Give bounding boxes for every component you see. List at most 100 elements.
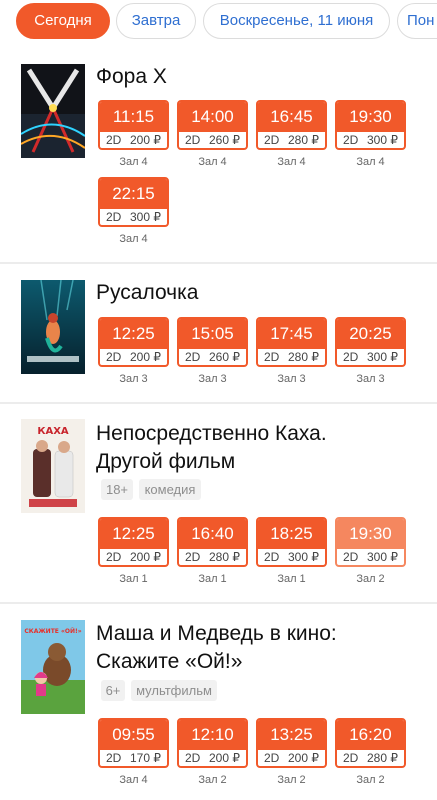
session-price: 280 ₽ — [367, 751, 398, 765]
poster-title-text: КАХА — [37, 426, 69, 437]
age-rating-badge: 18+ — [101, 479, 133, 500]
session-hall: Зал 4 — [119, 774, 148, 786]
movie-1-session-5[interactable]: 22:15 2D 300 ₽ Зал 4 — [98, 177, 169, 245]
movie-1-poster[interactable] — [21, 64, 85, 158]
movie-3-poster[interactable]: КАХА — [21, 419, 85, 513]
session-format: 2D — [343, 133, 359, 147]
session-hall: Зал 2 — [356, 573, 385, 585]
session-price: 200 ₽ — [130, 133, 161, 147]
movie-4-title[interactable]: Маша и Медведь в кино: Скажите «Ой!» — [96, 620, 337, 676]
movie-2-title[interactable]: Русалочка — [96, 279, 198, 307]
session-time: 12:25 — [100, 319, 167, 349]
movie-poster-image: КАХА — [21, 419, 85, 513]
movie-1-title[interactable]: Фора X — [96, 63, 167, 91]
tab-monday[interactable]: Пон — [397, 3, 437, 39]
session-hall: Зал 1 — [198, 573, 227, 585]
session-time: 17:45 — [258, 319, 325, 349]
movie-2-session-3[interactable]: 17:45 2D 280 ₽ Зал 3 — [256, 317, 327, 385]
movie-3-session-1[interactable]: 12:25 2D 200 ₽ Зал 1 — [98, 517, 169, 585]
session-price: 200 ₽ — [209, 751, 240, 765]
session-price: 260 ₽ — [209, 350, 240, 364]
session-price: 300 ₽ — [367, 550, 398, 564]
session-time: 12:25 — [100, 519, 167, 549]
movie-2-poster[interactable] — [21, 280, 85, 374]
session-time: 16:20 — [337, 720, 404, 750]
session-hall: Зал 2 — [198, 774, 227, 786]
session-format: 2D — [343, 550, 359, 564]
session-price: 200 ₽ — [130, 350, 161, 364]
session-hall: Зал 3 — [277, 373, 306, 385]
movie-3-session-2[interactable]: 16:40 2D 280 ₽ Зал 1 — [177, 517, 248, 585]
session-time: 11:15 — [100, 102, 167, 132]
session-hall: Зал 2 — [277, 774, 306, 786]
session-format: 2D — [106, 751, 122, 765]
session-format: 2D — [264, 350, 280, 364]
movie-poster-image — [21, 64, 85, 158]
session-time: 20:25 — [337, 319, 404, 349]
session-hall: Зал 4 — [356, 156, 385, 168]
session-format: 2D — [264, 751, 280, 765]
session-price: 300 ₽ — [288, 550, 319, 564]
date-tabs: Сегодня Завтра Воскресенье, 11 июня Пон — [0, 3, 437, 39]
session-time: 09:55 — [100, 720, 167, 750]
session-time: 13:25 — [258, 720, 325, 750]
movie-4-poster[interactable]: СКАЖИТЕ «ОЙ!» — [21, 620, 85, 714]
session-format: 2D — [106, 133, 122, 147]
movie-1-session-1[interactable]: 11:15 2D 200 ₽ Зал 4 — [98, 100, 169, 168]
movie-2-session-4[interactable]: 20:25 2D 300 ₽ Зал 3 — [335, 317, 406, 385]
movie-3-title[interactable]: Непосредственно Каха. Другой фильм — [96, 420, 327, 476]
session-format: 2D — [343, 751, 359, 765]
poster-title-text: СКАЖИТЕ «ОЙ!» — [24, 627, 81, 635]
session-format: 2D — [185, 550, 201, 564]
session-format: 2D — [106, 350, 122, 364]
movie-2-session-1[interactable]: 12:25 2D 200 ₽ Зал 3 — [98, 317, 169, 385]
tab-tomorrow[interactable]: Завтра — [116, 3, 196, 39]
session-hall: Зал 2 — [356, 774, 385, 786]
session-hall: Зал 1 — [119, 573, 148, 585]
session-format: 2D — [185, 751, 201, 765]
movie-4-session-4[interactable]: 16:20 2D 280 ₽ Зал 2 — [335, 718, 406, 786]
session-time: 19:30 — [337, 519, 404, 549]
genre-badge: комедия — [139, 479, 201, 500]
session-format: 2D — [264, 550, 280, 564]
movie-4-session-2[interactable]: 12:10 2D 200 ₽ Зал 2 — [177, 718, 248, 786]
movie-4-session-1[interactable]: 09:55 2D 170 ₽ Зал 4 — [98, 718, 169, 786]
movie-1-session-3[interactable]: 16:45 2D 280 ₽ Зал 4 — [256, 100, 327, 168]
movie-divider — [0, 402, 437, 404]
movie-3-session-4[interactable]: 19:30 2D 300 ₽ Зал 2 — [335, 517, 406, 585]
movie-poster-image: СКАЖИТЕ «ОЙ!» — [21, 620, 85, 714]
session-hall: Зал 4 — [277, 156, 306, 168]
session-hall: Зал 3 — [198, 373, 227, 385]
session-hall: Зал 3 — [356, 373, 385, 385]
session-format: 2D — [185, 350, 201, 364]
movie-4-title-line-2: Скажите «Ой!» — [96, 650, 243, 673]
movie-3-session-3[interactable]: 18:25 2D 300 ₽ Зал 1 — [256, 517, 327, 585]
tab-today[interactable]: Сегодня — [16, 3, 110, 39]
session-time: 15:05 — [179, 319, 246, 349]
session-price: 260 ₽ — [209, 133, 240, 147]
movie-2-session-2[interactable]: 15:05 2D 260 ₽ Зал 3 — [177, 317, 248, 385]
genre-badge: мультфильм — [131, 680, 217, 701]
session-time: 22:15 — [100, 179, 167, 209]
session-price: 280 ₽ — [288, 133, 319, 147]
movie-1-session-4[interactable]: 19:30 2D 300 ₽ Зал 4 — [335, 100, 406, 168]
movie-3-title-line-2: Другой фильм — [96, 450, 236, 473]
movie-4-title-line-1: Маша и Медведь в кино: — [96, 622, 337, 645]
session-time: 19:30 — [337, 102, 404, 132]
movie-4-session-3[interactable]: 13:25 2D 200 ₽ Зал 2 — [256, 718, 327, 786]
movie-divider — [0, 262, 437, 264]
session-format: 2D — [185, 133, 201, 147]
tab-sunday[interactable]: Воскресенье, 11 июня — [203, 3, 390, 39]
movie-divider — [0, 602, 437, 604]
session-hall: Зал 4 — [119, 233, 148, 245]
movie-1-session-2[interactable]: 14:00 2D 260 ₽ Зал 4 — [177, 100, 248, 168]
session-price: 170 ₽ — [130, 751, 161, 765]
session-format: 2D — [343, 350, 359, 364]
session-format: 2D — [264, 133, 280, 147]
session-hall: Зал 1 — [277, 573, 306, 585]
session-format: 2D — [106, 550, 122, 564]
session-price: 200 ₽ — [288, 751, 319, 765]
session-price: 280 ₽ — [209, 550, 240, 564]
session-time: 18:25 — [258, 519, 325, 549]
session-time: 12:10 — [179, 720, 246, 750]
